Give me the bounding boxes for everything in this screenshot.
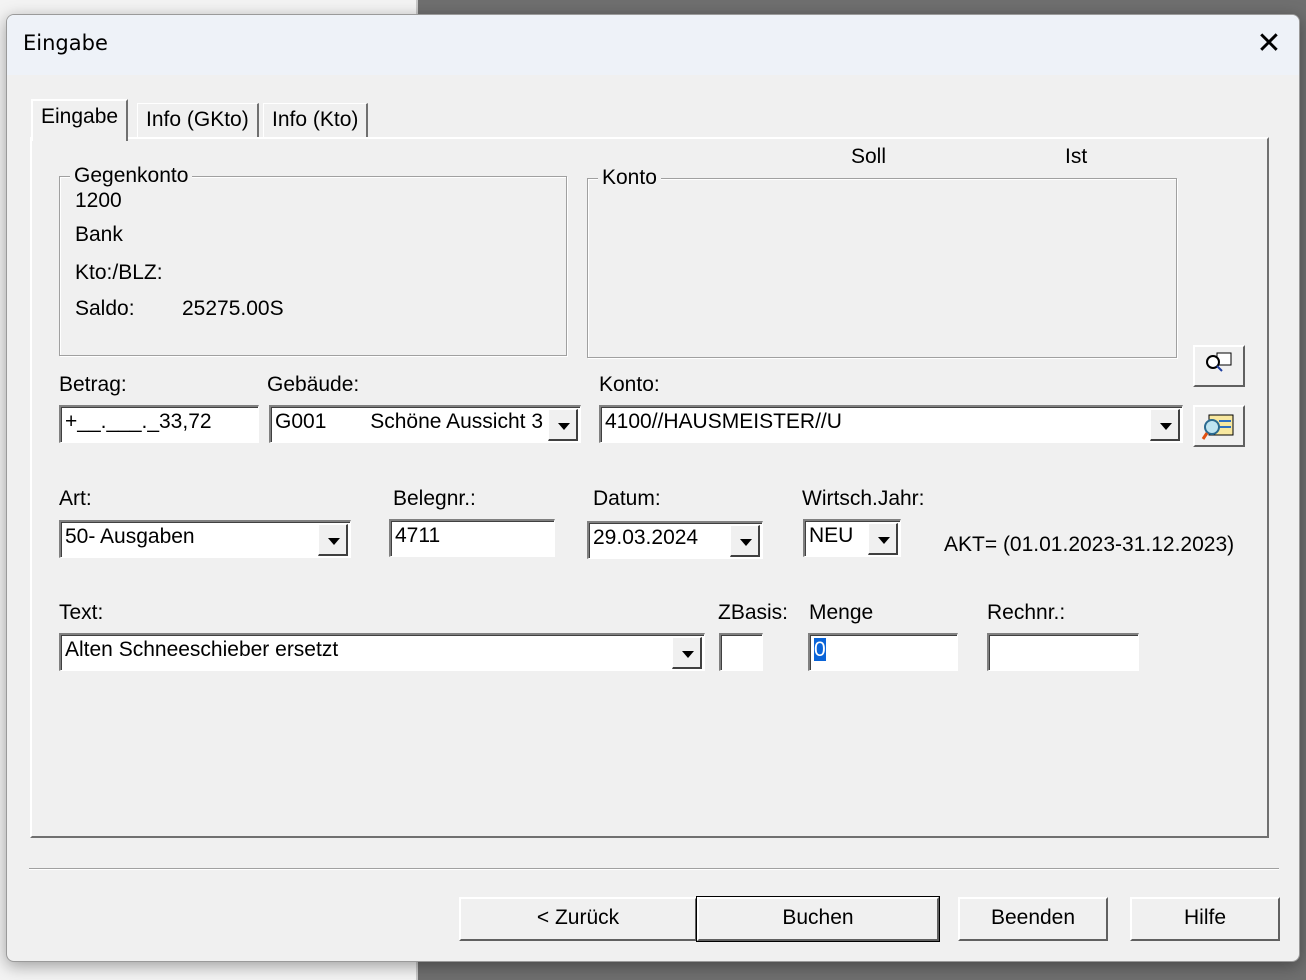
ist-label: Ist: [1065, 145, 1088, 168]
wirtschjahr-select[interactable]: NEU: [803, 519, 901, 557]
chevron-down-icon[interactable]: [868, 523, 898, 555]
menge-value: 0: [814, 638, 826, 661]
gebaeude-label: Gebäude:: [267, 373, 360, 396]
saldo-value: 25275.00S: [182, 297, 284, 320]
gebaeude-value: Schöne Aussicht 3: [370, 410, 543, 433]
zbasis-label: ZBasis:: [718, 601, 789, 624]
window-title: Eingabe: [23, 31, 108, 55]
rechnr-label: Rechnr.:: [987, 601, 1066, 624]
gebaeude-select[interactable]: G001 Schöne Aussicht 3: [269, 405, 581, 443]
betrag-label: Betrag:: [59, 373, 127, 396]
konto-legend: Konto: [598, 166, 661, 190]
help-button[interactable]: Hilfe: [1130, 897, 1280, 941]
art-select[interactable]: 50- Ausgaben: [59, 520, 351, 558]
back-button[interactable]: < Zurück: [459, 897, 697, 941]
belegnr-label: Belegnr.:: [393, 487, 476, 510]
search-account-button[interactable]: [1193, 345, 1245, 387]
tab-eingabe[interactable]: Eingabe: [31, 99, 129, 141]
chevron-down-icon[interactable]: [672, 637, 702, 669]
text-select[interactable]: Alten Schneeschieber ersetzt: [59, 633, 705, 671]
kto-blz-label: Kto:/BLZ:: [75, 261, 163, 284]
belegnr-input[interactable]: 4711: [389, 519, 555, 557]
gebaeude-code: G001: [275, 410, 327, 433]
art-label: Art:: [59, 487, 92, 510]
konto-select[interactable]: 4100//HAUSMEISTER//U: [599, 405, 1183, 443]
gegenkonto-name: Bank: [75, 223, 123, 246]
rechnr-input[interactable]: [987, 633, 1139, 671]
chevron-down-icon[interactable]: [730, 525, 760, 557]
betrag-input[interactable]: +__.___._33,72: [59, 405, 259, 443]
text-value: Alten Schneeschieber ersetzt: [65, 638, 339, 661]
account-card-button[interactable]: [1193, 405, 1245, 447]
exit-button[interactable]: Beenden: [958, 897, 1108, 941]
soll-label: Soll: [851, 145, 887, 168]
title-bar: Eingabe ✕: [7, 15, 1299, 75]
datum-value: 29.03.2024: [593, 526, 699, 549]
chevron-down-icon[interactable]: [548, 409, 578, 441]
datum-label: Datum:: [593, 487, 661, 510]
akt-period: AKT= (01.01.2023-31.12.2023): [944, 533, 1235, 556]
close-icon[interactable]: ✕: [1249, 25, 1289, 65]
dialog-eingabe: Eingabe ✕ Eingabe Info (GKto) Info (Kto)…: [6, 14, 1300, 962]
gegenkonto-legend: Gegenkonto: [70, 164, 193, 188]
book-button[interactable]: Buchen: [696, 896, 940, 942]
chevron-down-icon[interactable]: [318, 524, 348, 556]
gegenkonto-group: Gegenkonto 1200 Bank Kto:/BLZ: Saldo: 25…: [59, 164, 567, 356]
tab-info-gkto[interactable]: Info (GKto): [137, 103, 259, 139]
zbasis-input[interactable]: [719, 633, 763, 671]
konto-group: Konto: [587, 166, 1177, 358]
saldo-label: Saldo:: [75, 297, 135, 320]
wirtschjahr-value: NEU: [809, 524, 854, 547]
card-search-icon: [1201, 414, 1234, 440]
konto-label: Konto:: [599, 373, 660, 396]
tab-info-kto[interactable]: Info (Kto): [263, 103, 369, 139]
menge-input[interactable]: 0: [808, 633, 958, 671]
art-value: 50- Ausgaben: [65, 525, 195, 548]
datum-select[interactable]: 29.03.2024: [587, 521, 763, 559]
divider: [29, 868, 1279, 870]
text-label: Text:: [59, 601, 104, 624]
konto-value: 4100//HAUSMEISTER//U: [605, 410, 842, 433]
wirtschjahr-label: Wirtsch.Jahr:: [802, 487, 925, 510]
magnifier-list-icon: [1206, 352, 1232, 372]
gegenkonto-number: 1200: [75, 189, 122, 212]
chevron-down-icon[interactable]: [1150, 409, 1180, 441]
menge-label: Menge: [809, 601, 874, 624]
